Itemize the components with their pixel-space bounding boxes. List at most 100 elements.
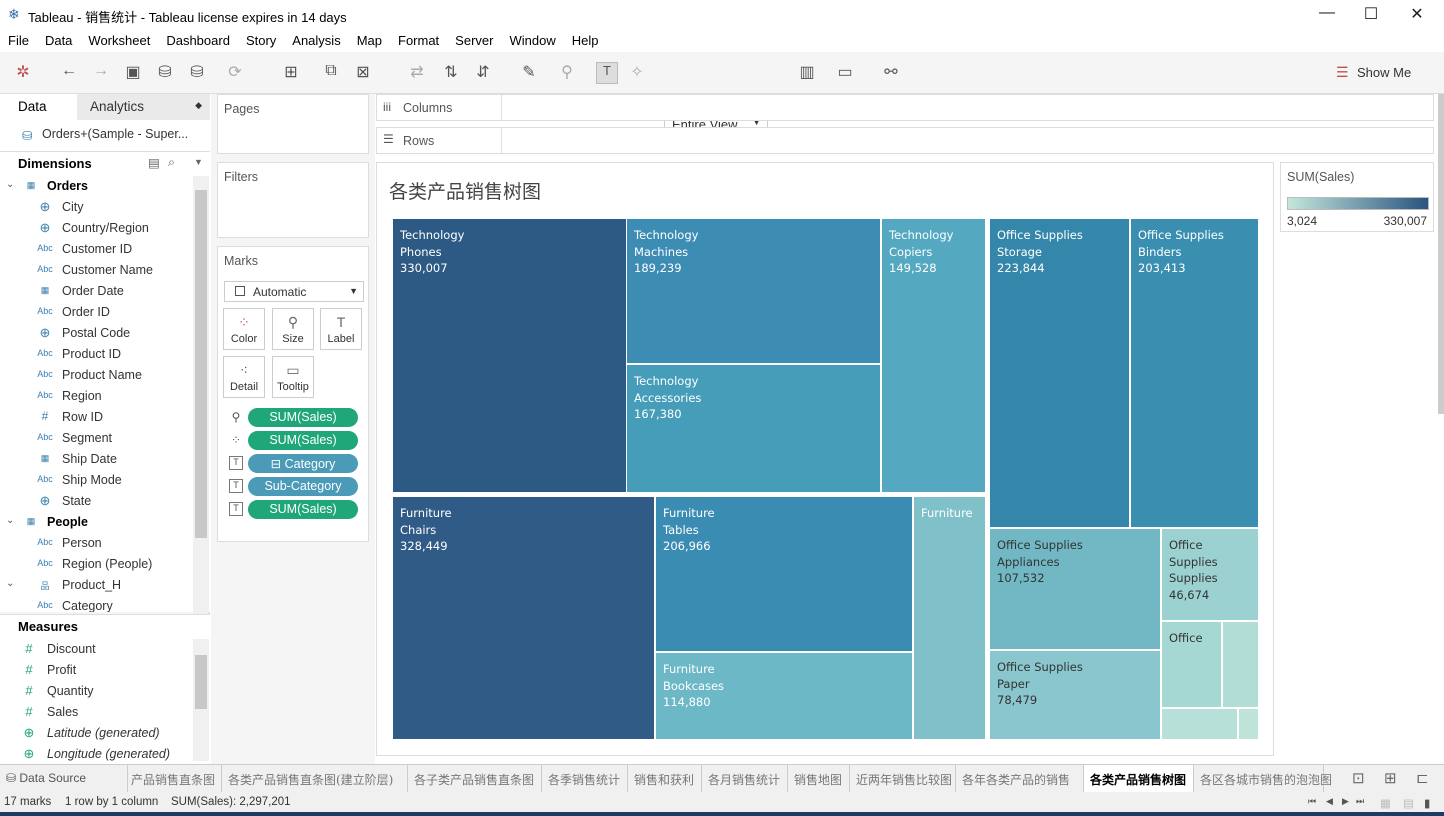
filters-card[interactable]: Filters [217,162,369,238]
pin-icon[interactable]: ✧ [626,62,648,84]
dimension-order-date[interactable]: ▦ Order Date [0,281,192,302]
sheet-tab[interactable]: 各区各城市销售的泡泡图 [1194,765,1332,792]
undo-icon[interactable]: ← [58,62,80,84]
treemap-cell[interactable]: Technology Phones 330,007 [393,219,626,492]
treemap-cell[interactable] [1223,622,1258,707]
menu-format[interactable]: Format [390,30,447,48]
sheet-tab[interactable]: 近两年销售比较图 [850,765,956,792]
search-icon[interactable]: ⌕ [168,155,175,170]
tabs-view-icon[interactable]: ▮ [1424,796,1430,810]
sheet-tab[interactable]: 各年各类产品的销售 [956,765,1084,792]
detail-button[interactable]: ⁖ Detail [223,356,265,398]
dimension-city[interactable]: ⊕ City [0,197,192,218]
collapse-chevron-icon[interactable]: ⌄ [6,515,14,526]
label-button[interactable]: T Label [320,308,362,350]
sort-desc-icon[interactable]: ⇵ [472,62,494,84]
dimension-state[interactable]: ⊕ State [0,491,192,512]
dimension-postal-code[interactable]: ⊕ Postal Code [0,323,192,344]
field-pill[interactable]: Sub-Category [248,477,358,496]
treemap-cell[interactable] [1162,709,1237,739]
dimension-product-h[interactable]: ⌄ 品 Product_H [0,575,192,596]
size-button[interactable]: ⚲ Size [272,308,314,350]
save-icon[interactable]: ▣ [122,62,144,84]
sheet-tab[interactable]: 各季销售统计 [542,765,628,792]
measure-discount[interactable]: # Discount [0,639,192,660]
dimension-customer-id[interactable]: Abc Customer ID [0,239,192,260]
treemap-cell[interactable]: Office Supplies Paper 78,479 [990,651,1160,739]
pages-card[interactable]: Pages [217,94,369,154]
tab-analytics[interactable]: Analytics ◆ [77,94,210,120]
swap-icon[interactable]: ⇄ [406,62,428,84]
sheet-tab[interactable]: 各类产品销售树图 [1084,765,1194,792]
dimension-category[interactable]: Abc Category [0,596,192,612]
dimension-people[interactable]: ⌄ ▦ People [0,512,192,533]
field-pill[interactable]: SUM(Sales) [248,431,358,450]
view-icon[interactable]: ▤ [148,155,160,170]
rows-shelf[interactable]: ☰ Rows [376,127,1434,154]
duplicate-icon[interactable]: ⧉ [320,62,342,84]
treemap-cell[interactable]: Furniture Chairs 328,449 [393,497,654,739]
new-story-icon[interactable]: ⊏ [1416,769,1429,787]
minimize-button[interactable]: — [1312,4,1342,26]
group-icon[interactable]: ⚲ [556,62,578,84]
new-datasource-icon[interactable]: ⛁ [154,62,176,84]
treemap-cell[interactable]: Office [1162,622,1221,707]
treemap-cell[interactable]: Technology Copiers 149,528 [882,219,985,492]
new-dashboard-icon[interactable]: ⊞ [1384,769,1397,787]
clear-sheet-icon[interactable]: ⊠ [352,62,374,84]
dimension-ship-mode[interactable]: Abc Ship Mode [0,470,192,491]
sheet-sorter-icon[interactable]: ▦ [1380,796,1391,810]
measure-quantity[interactable]: # Quantity [0,681,192,702]
menu-worksheet[interactable]: Worksheet [80,30,158,48]
tab-data[interactable]: Data [0,94,77,120]
color-button[interactable]: ⁘ Color [223,308,265,350]
treemap-cell[interactable]: Furniture Bookcases 114,880 [656,653,912,739]
dimension-region-people-[interactable]: Abc Region (People) [0,554,192,575]
first-sheet-icon[interactable]: ⏮ [1308,796,1316,807]
collapse-chevron-icon[interactable]: ⌄ [6,578,14,589]
maximize-button[interactable]: ☐ [1356,4,1386,26]
field-pill[interactable]: SUM(Sales) [248,500,358,519]
treemap-cell[interactable]: Office Supplies Supplies 46,674 [1162,529,1258,620]
menu-file[interactable]: File [0,30,37,48]
dimension-order-id[interactable]: Abc Order ID [0,302,192,323]
redo-icon[interactable]: → [90,62,112,84]
mark-type-select[interactable]: Automatic ▼ [224,281,364,302]
dimension-customer-name[interactable]: Abc Customer Name [0,260,192,281]
treemap-cell[interactable]: Furniture [914,497,985,739]
presentation-icon[interactable]: ▭ [834,62,856,84]
measure-sales[interactable]: # Sales [0,702,192,723]
pause-updates-icon[interactable]: ⛁ [186,62,208,84]
data-source-tab[interactable]: ⛁ Data Source [0,765,128,792]
datasource-item[interactable]: ⛁ Orders+(Sample - Super... [0,120,210,152]
menu-dashboard[interactable]: Dashboard [158,30,238,48]
dimension-product-id[interactable]: Abc Product ID [0,344,192,365]
field-pill[interactable]: SUM(Sales) [248,408,358,427]
menu-map[interactable]: Map [349,30,390,48]
measures-scrollbar[interactable] [193,639,209,761]
refresh-icon[interactable]: ⟳ [224,62,246,84]
sheet-tab[interactable]: 各类产品销售直条图(建立阶层) [222,765,408,792]
columns-shelf[interactable]: iii Columns [376,94,1434,121]
show-hide-cards-icon[interactable]: ▥ [796,62,818,84]
sheet-tab[interactable]: 产品销售直条图 [128,765,222,792]
close-button[interactable]: ✕ [1402,4,1432,26]
treemap-cell[interactable]: Office Supplies Binders 203,413 [1131,219,1258,527]
measure-longitude-generated-[interactable]: ⊕ Longitude (generated) [0,744,192,765]
collapse-chevron-icon[interactable]: ⌄ [6,179,14,190]
treemap-cell[interactable]: Technology Accessories 167,380 [627,365,880,492]
measure-latitude-generated-[interactable]: ⊕ Latitude (generated) [0,723,192,744]
color-legend[interactable]: SUM(Sales) 3,024 330,007 [1280,162,1434,232]
dimension-row-id[interactable]: # Row ID [0,407,192,428]
dimension-segment[interactable]: Abc Segment [0,428,192,449]
menu-chevron-icon[interactable]: ▼ [194,157,203,167]
share-icon[interactable]: ⚯ [880,62,902,84]
menu-window[interactable]: Window [501,30,563,48]
dimensions-scrollbar[interactable] [193,176,209,614]
dimension-country-region[interactable]: ⊕ Country/Region [0,218,192,239]
dimension-orders[interactable]: ⌄ ▦ Orders [0,176,192,197]
treemap-cell[interactable] [1239,709,1258,739]
menu-data[interactable]: Data [37,30,80,48]
sheet-tab[interactable]: 各子类产品销售直条图 [408,765,542,792]
sort-asc-icon[interactable]: ⇅ [440,62,462,84]
